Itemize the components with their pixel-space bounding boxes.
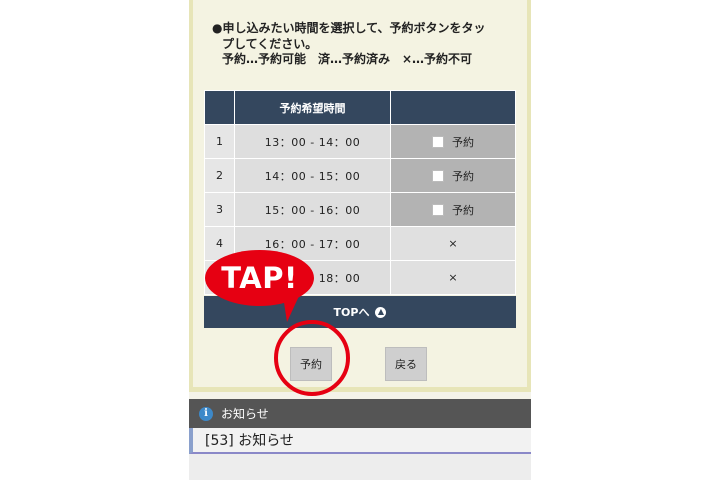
top-link-label: TOPへ	[333, 306, 370, 319]
header-time: 予約希望時間	[234, 90, 391, 125]
back-button[interactable]: 戻る	[385, 347, 427, 381]
reserve-checkbox-cell[interactable]: 予約	[390, 158, 516, 193]
instruction-line-1: ●申し込みたい時間を選択して、予約ボタンをタッ	[212, 21, 486, 35]
checkbox[interactable]	[432, 169, 444, 182]
notice-item-label: [53] お知らせ	[205, 433, 294, 449]
reserve-checkbox-cell[interactable]: 予約	[390, 124, 516, 159]
checkbox[interactable]	[432, 135, 444, 148]
row-number: 3	[204, 192, 235, 227]
arrow-up-circle-icon: ▲	[375, 306, 387, 318]
notice-header: i お知らせ	[189, 399, 531, 428]
page-below	[189, 454, 531, 480]
reserve-button[interactable]: 予約	[290, 347, 332, 381]
reserve-checkbox-cell[interactable]: 予約	[390, 192, 516, 227]
table-header-row: 予約希望時間	[204, 90, 516, 125]
notice-header-label: お知らせ	[221, 407, 269, 421]
row-time: 13：00 - 14：00	[234, 124, 391, 159]
reserve-label: 予約	[452, 169, 474, 183]
info-icon: i	[199, 406, 213, 421]
table-row: 1 13：00 - 14：00 予約	[204, 124, 516, 159]
instructions: ●申し込みたい時間を選択して、予約ボタンをタッ プしてください。 予約…予約可能…	[212, 21, 512, 68]
row-number: 1	[204, 124, 235, 159]
instruction-line-2: プしてください。	[222, 36, 318, 51]
tap-callout-text: TAP!	[221, 261, 298, 295]
table-row: 2 14：00 - 15：00 予約	[204, 158, 516, 193]
instruction-legend: 予約…予約可能 済…予約済み ×…予約不可	[222, 52, 473, 66]
checkbox[interactable]	[432, 203, 444, 216]
header-action	[390, 90, 516, 125]
unavailable-cell: ×	[390, 260, 516, 295]
reserve-label: 予約	[452, 203, 474, 217]
row-time: 15：00 - 16：00	[234, 192, 391, 227]
row-time: 14：00 - 15：00	[234, 158, 391, 193]
table-row: 3 15：00 - 16：00 予約	[204, 192, 516, 227]
notice-list-item[interactable]: [53] お知らせ	[189, 428, 531, 454]
header-num	[204, 90, 235, 125]
unavailable-cell: ×	[390, 226, 516, 261]
reserve-label: 予約	[452, 135, 474, 149]
row-number: 2	[204, 158, 235, 193]
